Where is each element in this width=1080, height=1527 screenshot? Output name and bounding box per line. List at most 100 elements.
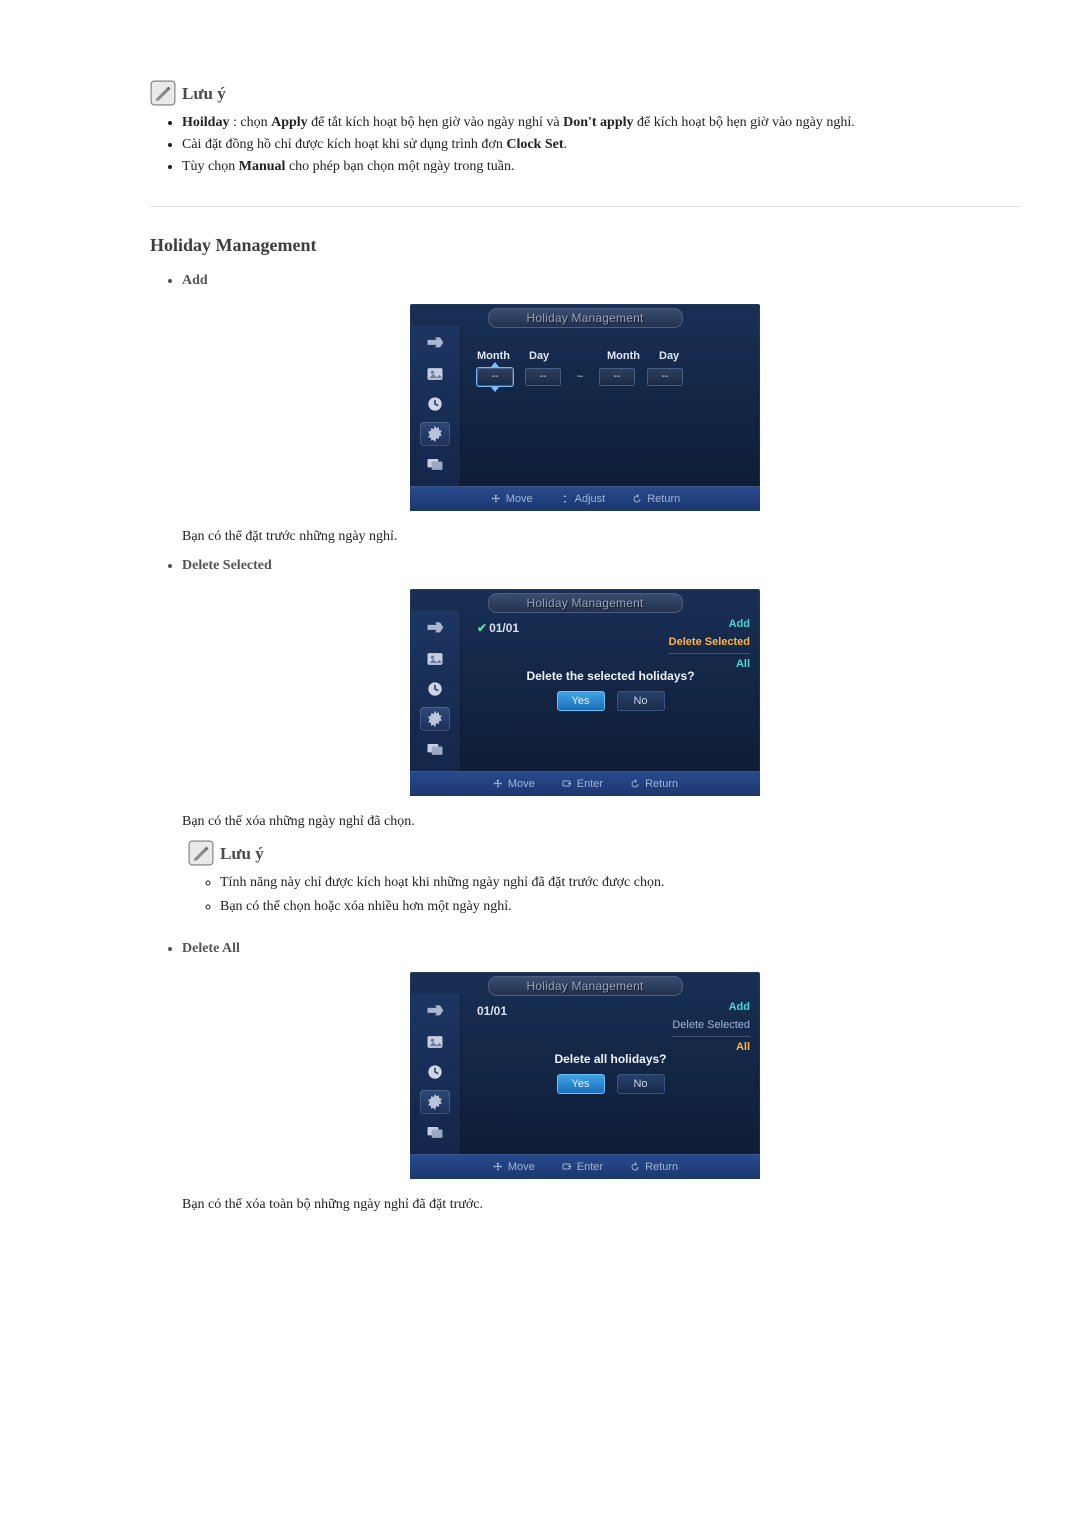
- osd-main: 01/01 Add Delete Selected All Delete all…: [461, 994, 760, 1154]
- footer-move: Move: [506, 493, 533, 505]
- note-pencil-icon: [150, 80, 176, 106]
- text: cho phép bạn chọn một ngày trong tuần.: [285, 159, 514, 174]
- feature-list: Delete All: [150, 938, 1020, 960]
- side-menu: Add Delete Selected All: [669, 615, 750, 673]
- feature-delete-selected: Delete Selected: [182, 555, 1020, 577]
- note-sublist: Tính năng này chỉ được kích hoạt khi nhữ…: [188, 872, 1020, 918]
- bold-text: Apply: [271, 115, 308, 130]
- osd-title: Holiday Management: [488, 976, 683, 996]
- bold-text: Don't apply: [563, 115, 633, 130]
- note-list: Hoilday : chọn Apply để tắt kích hoạt bộ…: [150, 112, 1020, 178]
- tilde-separator: ~: [573, 371, 587, 383]
- menu-delete-selected[interactable]: Delete Selected: [672, 1016, 750, 1034]
- sidebar-input-icon[interactable]: [420, 1000, 450, 1024]
- note-item: Cài đặt đồng hồ chỉ được kích hoạt khi s…: [182, 134, 1020, 156]
- feature-list: Delete Selected: [150, 555, 1020, 577]
- sidebar-time-icon[interactable]: [420, 392, 450, 416]
- osd-screenshot-delete-all: Holiday Management 01/01 Add Delete Sele…: [410, 972, 760, 1179]
- footer-move: Move: [508, 778, 535, 790]
- sidebar-time-icon[interactable]: [420, 1060, 450, 1084]
- osd-sidebar: [410, 994, 461, 1154]
- feature-list: Add: [150, 270, 1020, 292]
- osd-sidebar: [410, 326, 461, 486]
- note-title: Lưu ý: [220, 844, 264, 866]
- return-icon: [629, 1161, 641, 1173]
- move-icon: [490, 493, 502, 505]
- menu-add[interactable]: Add: [672, 998, 750, 1016]
- caption-delete-all: Bạn có thể xóa toàn bộ những ngày nghỉ đ…: [182, 1197, 1020, 1213]
- sidebar-setup-icon[interactable]: [420, 1090, 450, 1114]
- sidebar-input-icon[interactable]: [420, 617, 450, 641]
- sidebar-multi-icon[interactable]: [420, 452, 450, 476]
- field-day-start[interactable]: --: [525, 368, 561, 386]
- footer-move: Move: [508, 1161, 535, 1173]
- text: : chọn: [229, 115, 271, 130]
- dialog-text: Delete the selected holidays?: [495, 669, 726, 683]
- note-item: Tính năng này chỉ được kích hoạt khi nhữ…: [220, 872, 1020, 894]
- confirm-dialog: Delete all holidays? Yes No: [495, 1052, 726, 1094]
- tilde: [581, 350, 595, 362]
- note-header: Lưu ý: [150, 80, 1020, 106]
- menu-add[interactable]: Add: [669, 615, 750, 633]
- osd-titlebar: Holiday Management: [410, 304, 760, 326]
- checkmark-icon: ✔: [477, 621, 487, 635]
- holiday-date: 01/01: [477, 1004, 507, 1018]
- footer-enter: Enter: [577, 778, 603, 790]
- osd-main: Month Day Month Day -- --: [461, 326, 760, 486]
- sidebar-picture-icon[interactable]: [420, 362, 450, 386]
- feature-add: Add: [182, 270, 1020, 292]
- note-header: Lưu ý: [188, 840, 1020, 866]
- divider: [150, 206, 1020, 207]
- confirm-dialog: Delete the selected holidays? Yes No: [495, 669, 726, 711]
- footer-enter: Enter: [577, 1161, 603, 1173]
- field-day-end[interactable]: --: [647, 368, 683, 386]
- field-month-start[interactable]: --: [477, 368, 513, 386]
- label-day: Day: [529, 350, 569, 362]
- osd-title: Holiday Management: [488, 593, 683, 613]
- osd-sidebar: [410, 611, 461, 771]
- return-icon: [629, 778, 641, 790]
- no-button[interactable]: No: [617, 1074, 665, 1094]
- sidebar-multi-icon[interactable]: [420, 737, 450, 761]
- no-button[interactable]: No: [617, 691, 665, 711]
- move-icon: [492, 778, 504, 790]
- dialog-text: Delete all holidays?: [495, 1052, 726, 1066]
- text: để kích hoạt bộ hẹn giờ vào ngày nghỉ.: [634, 115, 855, 130]
- field-month-end[interactable]: --: [599, 368, 635, 386]
- osd-footer: Move Enter Return: [410, 1154, 760, 1179]
- osd-titlebar: Holiday Management: [410, 589, 760, 611]
- move-icon: [492, 1161, 504, 1173]
- osd-footer: Move Adjust Return: [410, 486, 760, 511]
- footer-return: Return: [645, 778, 678, 790]
- text: Tùy chọn: [182, 159, 239, 174]
- bold-text: Clock Set: [506, 137, 563, 152]
- note-item: Bạn có thể chọn hoặc xóa nhiều hơn một n…: [220, 896, 1020, 918]
- footer-return: Return: [645, 1161, 678, 1173]
- yes-button[interactable]: Yes: [557, 691, 605, 711]
- label-month: Month: [477, 350, 517, 362]
- osd-footer: Move Enter Return: [410, 771, 760, 796]
- menu-delete-selected[interactable]: Delete Selected: [669, 633, 750, 651]
- adjust-icon: [559, 493, 571, 505]
- enter-icon: [561, 778, 573, 790]
- sidebar-multi-icon[interactable]: [420, 1120, 450, 1144]
- text: .: [564, 137, 568, 152]
- sidebar-picture-icon[interactable]: [420, 1030, 450, 1054]
- sidebar-setup-icon[interactable]: [420, 422, 450, 446]
- note-pencil-icon: [188, 840, 214, 866]
- sidebar-picture-icon[interactable]: [420, 647, 450, 671]
- bold-text: Hoilday: [182, 115, 229, 130]
- osd-screenshot-delete-selected: Holiday Management ✔01/01 Add Delete Sel…: [410, 589, 760, 796]
- osd-titlebar: Holiday Management: [410, 972, 760, 994]
- text: Cài đặt đồng hồ chỉ được kích hoạt khi s…: [182, 137, 506, 152]
- yes-button[interactable]: Yes: [557, 1074, 605, 1094]
- holiday-date: 01/01: [489, 621, 519, 635]
- sidebar-input-icon[interactable]: [420, 332, 450, 356]
- sidebar-time-icon[interactable]: [420, 677, 450, 701]
- caption-delete-selected: Bạn có thể xóa những ngày nghỉ đã chọn.: [182, 814, 1020, 830]
- sidebar-setup-icon[interactable]: [420, 707, 450, 731]
- osd-main: ✔01/01 Add Delete Selected All Delete th…: [461, 611, 760, 771]
- note-item: Hoilday : chọn Apply để tắt kích hoạt bộ…: [182, 112, 1020, 134]
- return-icon: [631, 493, 643, 505]
- label-day: Day: [659, 350, 699, 362]
